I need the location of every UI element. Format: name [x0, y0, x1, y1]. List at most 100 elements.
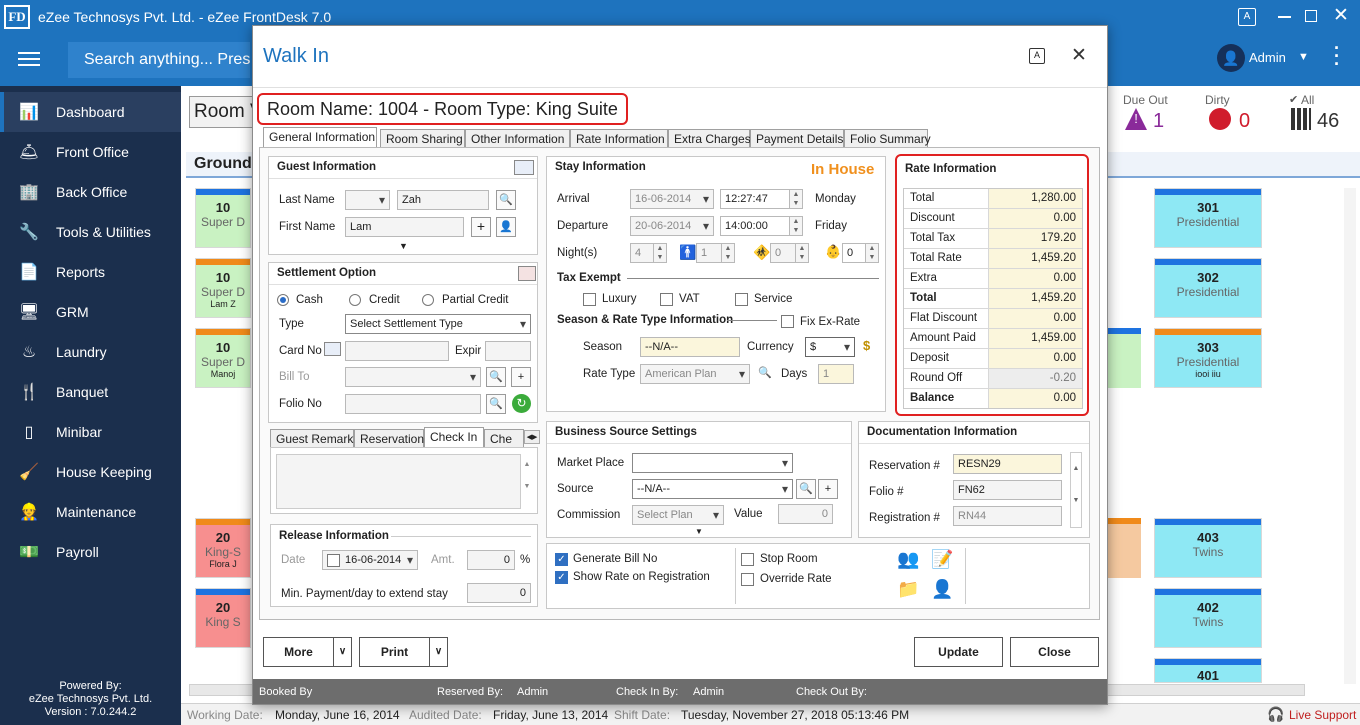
- generate-bill-checkbox[interactable]: ✓: [555, 553, 568, 566]
- tab-payment-details[interactable]: Payment Details: [750, 129, 844, 147]
- support-icon[interactable]: 🎧: [1267, 706, 1284, 723]
- dirty-count[interactable]: 0: [1239, 110, 1250, 133]
- amt-field[interactable]: 0: [467, 550, 515, 570]
- more-button[interactable]: More: [263, 637, 334, 667]
- registration-field[interactable]: RN44: [953, 506, 1062, 526]
- vertical-scrollbar[interactable]: [1344, 188, 1356, 684]
- sidebar-item-back-office[interactable]: 🏢 Back Office: [0, 172, 181, 212]
- tab-folio-summary[interactable]: Folio Summary: [844, 129, 931, 147]
- add-icon[interactable]: +: [471, 217, 491, 237]
- search-guest-icon[interactable]: 🔍: [496, 190, 516, 210]
- partial-credit-radio[interactable]: [422, 294, 434, 306]
- luxury-checkbox[interactable]: [583, 293, 596, 306]
- tab-room-sharing[interactable]: Room Sharing: [380, 129, 465, 147]
- min-payment-field[interactable]: 0: [467, 583, 531, 603]
- source-search-icon[interactable]: 🔍: [796, 479, 816, 499]
- market-place-select[interactable]: [632, 453, 793, 473]
- stop-room-checkbox[interactable]: [741, 553, 754, 566]
- refresh-icon[interactable]: ↻: [512, 394, 531, 413]
- source-add-icon[interactable]: +: [818, 479, 838, 499]
- settlement-type-select[interactable]: Select Settlement Type: [345, 314, 531, 334]
- search-folio-icon[interactable]: 🔍: [486, 394, 506, 414]
- user-name[interactable]: Admin: [1249, 50, 1286, 65]
- room-card[interactable]: 301 Presidential: [1154, 188, 1262, 248]
- adults-field[interactable]: 1: [696, 243, 722, 263]
- sidebar-item-banquet[interactable]: 🍴 Banquet: [0, 372, 181, 412]
- tab-guest-remark[interactable]: Guest Remark: [270, 429, 354, 447]
- tab-check-out[interactable]: Che: [484, 429, 524, 447]
- card-no-field[interactable]: [345, 341, 449, 361]
- currency-select[interactable]: $: [805, 337, 855, 357]
- close-window-icon[interactable]: ✕: [1333, 4, 1349, 27]
- tab-check-in[interactable]: Check In: [424, 427, 484, 447]
- season-field[interactable]: --N/A--: [640, 337, 740, 357]
- close-button[interactable]: Close: [1010, 637, 1099, 667]
- first-name-field[interactable]: Lam: [345, 217, 464, 237]
- guest-profile-icon[interactable]: 👤: [496, 217, 516, 237]
- tab-scroll-arrows[interactable]: ◀▶: [524, 430, 540, 444]
- room-card[interactable]: 20 King S: [195, 588, 251, 648]
- currency-exchange-icon[interactable]: $: [863, 338, 870, 353]
- value-field[interactable]: 0: [778, 504, 833, 524]
- adults-spinner[interactable]: ▲ ▼: [721, 243, 735, 263]
- rate-type-select[interactable]: American Plan: [640, 364, 750, 384]
- minimize-icon[interactable]: [1278, 16, 1291, 18]
- sidebar-item-laundry[interactable]: ♨ Laundry: [0, 332, 181, 372]
- more-options-icon[interactable]: · · ·: [1334, 39, 1340, 73]
- override-rate-checkbox[interactable]: [741, 573, 754, 586]
- room-card[interactable]: 20 King-S Flora J: [195, 518, 251, 578]
- rate-type-search-icon[interactable]: 🔍: [755, 364, 775, 384]
- commission-select[interactable]: Select Plan: [632, 505, 724, 525]
- due-out-count[interactable]: 1: [1153, 110, 1164, 133]
- folio-field[interactable]: FN62: [953, 480, 1062, 500]
- id-card-icon[interactable]: [514, 160, 534, 175]
- translate-icon[interactable]: A: [1238, 8, 1256, 26]
- card-icon[interactable]: [324, 342, 341, 356]
- menu-icon[interactable]: [18, 52, 40, 66]
- departure-time-spinner[interactable]: ▲ ▼: [789, 216, 803, 236]
- room-card[interactable]: 10 Super D Manoj: [195, 328, 251, 388]
- arrival-date-field[interactable]: 16-06-2014: [630, 189, 714, 209]
- arrival-time-field[interactable]: 12:27:47: [720, 189, 790, 209]
- reservation-no-field[interactable]: RESN29: [953, 454, 1062, 474]
- user-dropdown-icon[interactable]: ▼: [1298, 51, 1309, 63]
- all-count[interactable]: 46: [1317, 110, 1339, 133]
- room-card[interactable]: 402 Twins: [1154, 588, 1262, 648]
- sidebar-item-payroll[interactable]: 💵 Payroll: [0, 532, 181, 572]
- sidebar-item-reports[interactable]: 📄 Reports: [0, 252, 181, 292]
- room-card[interactable]: 303 Presidential iooi iiu: [1154, 328, 1262, 388]
- sidebar-item-dashboard[interactable]: 📊 Dashboard: [0, 92, 181, 132]
- fix-ex-rate-checkbox[interactable]: [781, 315, 794, 328]
- dialog-close-icon[interactable]: ✕: [1071, 44, 1087, 67]
- remark-textarea[interactable]: ▲ ▼: [270, 447, 538, 514]
- last-name-field[interactable]: Zah: [397, 190, 489, 210]
- departure-time-field[interactable]: 14:00:00: [720, 216, 790, 236]
- room-card[interactable]: 10 Super D Lam Z: [195, 258, 251, 318]
- days-field[interactable]: 1: [818, 364, 854, 384]
- translate-icon[interactable]: A: [1029, 48, 1045, 64]
- expand-arrow-icon[interactable]: ▼: [695, 527, 703, 536]
- search-bill-to-icon[interactable]: 🔍: [486, 367, 506, 387]
- children-field[interactable]: 0: [770, 243, 796, 263]
- tab-rate-information[interactable]: Rate Information: [570, 129, 668, 147]
- service-checkbox[interactable]: [735, 293, 748, 306]
- arrival-time-spinner[interactable]: ▲ ▼: [789, 189, 803, 209]
- sidebar-item-housekeeping[interactable]: 🧹 House Keeping: [0, 452, 181, 492]
- source-select[interactable]: --N/A--: [632, 479, 793, 499]
- infants-field[interactable]: 0: [842, 243, 866, 263]
- salutation-select[interactable]: [345, 190, 390, 210]
- tab-reservation[interactable]: Reservation: [354, 429, 424, 447]
- documentation-scrollbar[interactable]: ▲ ▼: [1070, 452, 1082, 528]
- print-button[interactable]: Print: [359, 637, 430, 667]
- vat-checkbox[interactable]: [660, 293, 673, 306]
- nights-spinner[interactable]: ▲ ▼: [653, 243, 667, 263]
- children-spinner[interactable]: ▲ ▼: [795, 243, 809, 263]
- tab-general-information[interactable]: General Information: [263, 127, 377, 147]
- checklist-icon[interactable]: 📝: [931, 549, 953, 570]
- bill-to-select[interactable]: [345, 367, 481, 387]
- live-support-link[interactable]: Live Support: [1289, 708, 1356, 722]
- folder-icon[interactable]: 📁: [897, 579, 919, 600]
- sidebar-item-minibar[interactable]: ▯ Minibar: [0, 412, 181, 452]
- settlement-icon[interactable]: [518, 266, 536, 281]
- departure-date-field[interactable]: 20-06-2014: [630, 216, 714, 236]
